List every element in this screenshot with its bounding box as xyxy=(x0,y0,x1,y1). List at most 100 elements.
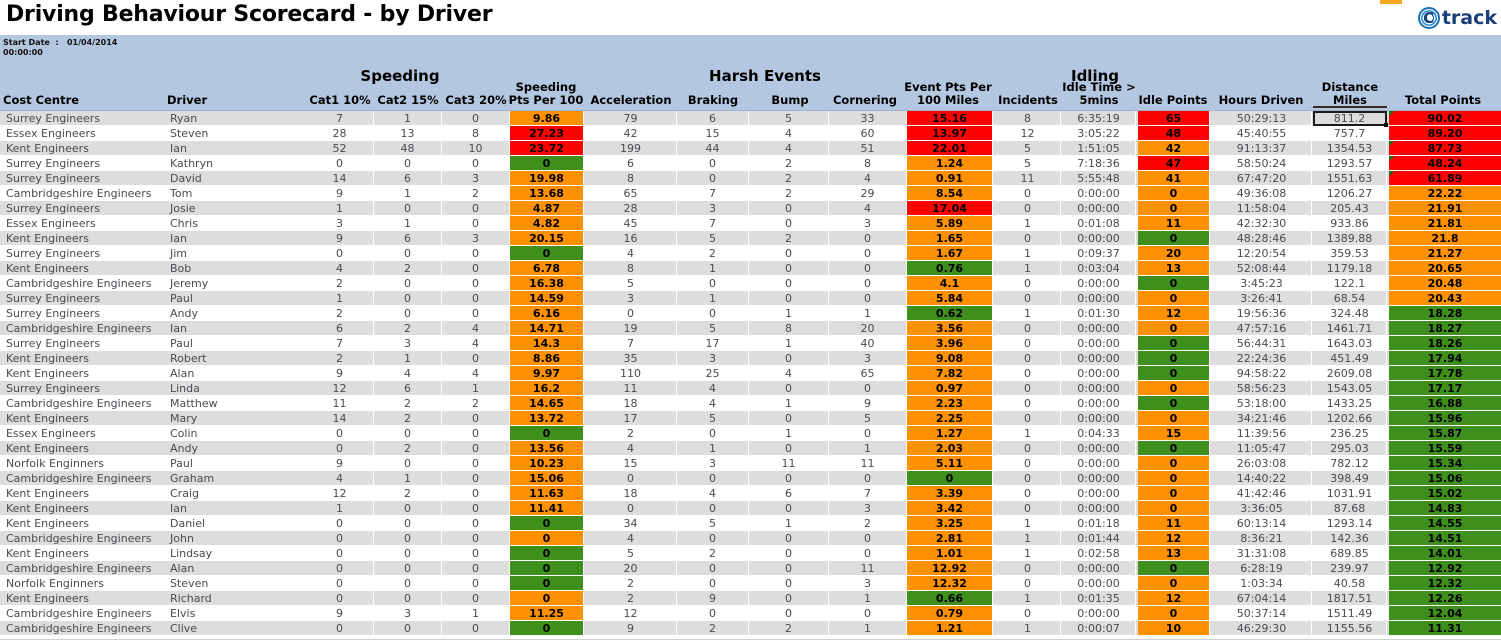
cell-cornering[interactable]: 0 xyxy=(829,381,907,396)
cell-idle-points[interactable]: 65 xyxy=(1138,111,1210,126)
cell-braking[interactable]: 7 xyxy=(677,186,749,201)
cell-total-points[interactable]: 20.48 xyxy=(1389,276,1501,291)
cell-cat3[interactable]: 3 xyxy=(442,171,510,186)
cell-event-pts[interactable]: 5.89 xyxy=(907,216,993,231)
cell-hours-driven[interactable]: 53:18:00 xyxy=(1212,396,1312,411)
cell-incidents[interactable]: 0 xyxy=(995,351,1061,366)
cell-distance-miles[interactable]: 2609.08 xyxy=(1313,366,1387,381)
cell-braking[interactable]: 7 xyxy=(677,216,749,231)
cell-cat2[interactable]: 0 xyxy=(374,246,442,261)
cell-incidents[interactable]: 0 xyxy=(995,201,1061,216)
cell-total-points[interactable]: 61.89 xyxy=(1389,171,1501,186)
cell-cat1[interactable]: 1 xyxy=(306,501,374,516)
cell-cat2[interactable]: 0 xyxy=(374,426,442,441)
cell-idle-points[interactable]: 0 xyxy=(1138,471,1210,486)
cell-acceleration[interactable]: 17 xyxy=(585,411,677,426)
cell-cat1[interactable]: 3 xyxy=(306,216,374,231)
cell-speeding-pts[interactable]: 11.63 xyxy=(510,486,584,501)
cell-bump[interactable]: 0 xyxy=(749,246,829,261)
cell-hours-driven[interactable]: 26:03:08 xyxy=(1212,456,1312,471)
cell-incidents[interactable]: 11 xyxy=(995,171,1061,186)
cell-total-points[interactable]: 20.43 xyxy=(1389,291,1501,306)
cell-total-points[interactable]: 17.78 xyxy=(1389,366,1501,381)
cell-cat1[interactable]: 4 xyxy=(306,261,374,276)
cell-cat3[interactable]: 2 xyxy=(442,186,510,201)
cell-idle-points[interactable]: 0 xyxy=(1138,231,1210,246)
cell-cat2[interactable]: 6 xyxy=(374,171,442,186)
cell-bump[interactable]: 4 xyxy=(749,141,829,156)
cell-cat1[interactable]: 0 xyxy=(306,561,374,576)
cell-braking[interactable]: 3 xyxy=(677,456,749,471)
cell-total-points[interactable]: 14.83 xyxy=(1389,501,1501,516)
cell-distance-miles[interactable]: 1643.03 xyxy=(1313,336,1387,351)
cell-cat2[interactable]: 2 xyxy=(374,486,442,501)
cell-idle-points[interactable]: 0 xyxy=(1138,501,1210,516)
cell-bump[interactable]: 1 xyxy=(749,336,829,351)
table-row[interactable]: Kent Engineers Alan 9 4 4 9.97 110 25 4 65 7.82 0 0:… xyxy=(0,366,1501,381)
cell-hours-driven[interactable]: 91:13:37 xyxy=(1212,141,1312,156)
table-row[interactable]: Norfolk Enginners Steven 0 0 0 0 2 0 0 3 12.32 0 0:0… xyxy=(0,576,1501,591)
cell-braking[interactable]: 5 xyxy=(677,411,749,426)
table-row[interactable]: Kent Engineers Richard 0 0 0 0 2 9 0 1 0.66 1 0:01:3… xyxy=(0,591,1501,606)
cell-idle-points[interactable]: 0 xyxy=(1138,351,1210,366)
cell-driver[interactable]: Paul xyxy=(167,336,302,351)
cell-acceleration[interactable]: 34 xyxy=(585,516,677,531)
cell-cat2[interactable]: 0 xyxy=(374,156,442,171)
cell-idle-time[interactable]: 0:01:44 xyxy=(1062,531,1136,546)
cell-bump[interactable]: 0 xyxy=(749,216,829,231)
cell-cornering[interactable]: 0 xyxy=(829,606,907,621)
cell-speeding-pts[interactable]: 14.59 xyxy=(510,291,584,306)
active-cell-indicator[interactable] xyxy=(1313,111,1388,127)
cell-cat3[interactable]: 0 xyxy=(442,546,510,561)
cell-driver[interactable]: Chris xyxy=(167,216,302,231)
cell-cat2[interactable]: 6 xyxy=(374,231,442,246)
cell-cat1[interactable]: 2 xyxy=(306,276,374,291)
cell-cornering[interactable]: 29 xyxy=(829,186,907,201)
cell-idle-points[interactable]: 12 xyxy=(1138,531,1210,546)
cell-braking[interactable]: 5 xyxy=(677,516,749,531)
cell-cat1[interactable]: 0 xyxy=(306,591,374,606)
cell-cornering[interactable]: 0 xyxy=(829,546,907,561)
cell-total-points[interactable]: 21.8 xyxy=(1389,231,1501,246)
cell-total-points[interactable]: 12.04 xyxy=(1389,606,1501,621)
cell-incidents[interactable]: 1 xyxy=(995,426,1061,441)
cell-idle-points[interactable]: 0 xyxy=(1138,381,1210,396)
cell-speeding-pts[interactable]: 0 xyxy=(510,426,584,441)
cell-driver[interactable]: Lindsay xyxy=(167,546,302,561)
cell-distance-miles[interactable]: 205.43 xyxy=(1313,201,1387,216)
cell-cornering[interactable]: 51 xyxy=(829,141,907,156)
cell-cat2[interactable]: 2 xyxy=(374,441,442,456)
cell-cat1[interactable]: 9 xyxy=(306,231,374,246)
cell-idle-points[interactable]: 42 xyxy=(1138,141,1210,156)
cell-incidents[interactable]: 0 xyxy=(995,321,1061,336)
cell-cornering[interactable]: 1 xyxy=(829,306,907,321)
cell-cost-centre[interactable]: Cambridgeshire Engineers xyxy=(3,621,165,636)
cell-braking[interactable]: 0 xyxy=(677,171,749,186)
cell-event-pts[interactable]: 3.56 xyxy=(907,321,993,336)
cell-cat3[interactable]: 1 xyxy=(442,606,510,621)
cell-cat1[interactable]: 14 xyxy=(306,171,374,186)
cell-speeding-pts[interactable]: 11.41 xyxy=(510,501,584,516)
cell-acceleration[interactable]: 3 xyxy=(585,291,677,306)
cell-total-points[interactable]: 16.88 xyxy=(1389,396,1501,411)
cell-cat1[interactable]: 14 xyxy=(306,411,374,426)
cell-total-points[interactable]: 15.87 xyxy=(1389,426,1501,441)
cell-bump[interactable]: 0 xyxy=(749,561,829,576)
cell-cat3[interactable]: 3 xyxy=(442,231,510,246)
cell-idle-time[interactable]: 0:00:07 xyxy=(1062,621,1136,636)
cell-braking[interactable]: 3 xyxy=(677,351,749,366)
cell-incidents[interactable]: 8 xyxy=(995,111,1061,126)
cell-idle-points[interactable]: 0 xyxy=(1138,411,1210,426)
cell-braking[interactable]: 0 xyxy=(677,501,749,516)
cell-idle-points[interactable]: 0 xyxy=(1138,291,1210,306)
cell-cost-centre[interactable]: Kent Engineers xyxy=(3,411,165,426)
cell-cat2[interactable]: 0 xyxy=(374,561,442,576)
cell-idle-time[interactable]: 0:00:00 xyxy=(1062,561,1136,576)
cell-cat1[interactable]: 7 xyxy=(306,336,374,351)
cell-cornering[interactable]: 0 xyxy=(829,276,907,291)
cell-hours-driven[interactable]: 67:04:14 xyxy=(1212,591,1312,606)
cell-distance-miles[interactable]: 239.97 xyxy=(1313,561,1387,576)
cell-speeding-pts[interactable]: 13.72 xyxy=(510,411,584,426)
cell-cat3[interactable]: 10 xyxy=(442,141,510,156)
cell-cost-centre[interactable]: Cambridgeshire Engineers xyxy=(3,396,165,411)
